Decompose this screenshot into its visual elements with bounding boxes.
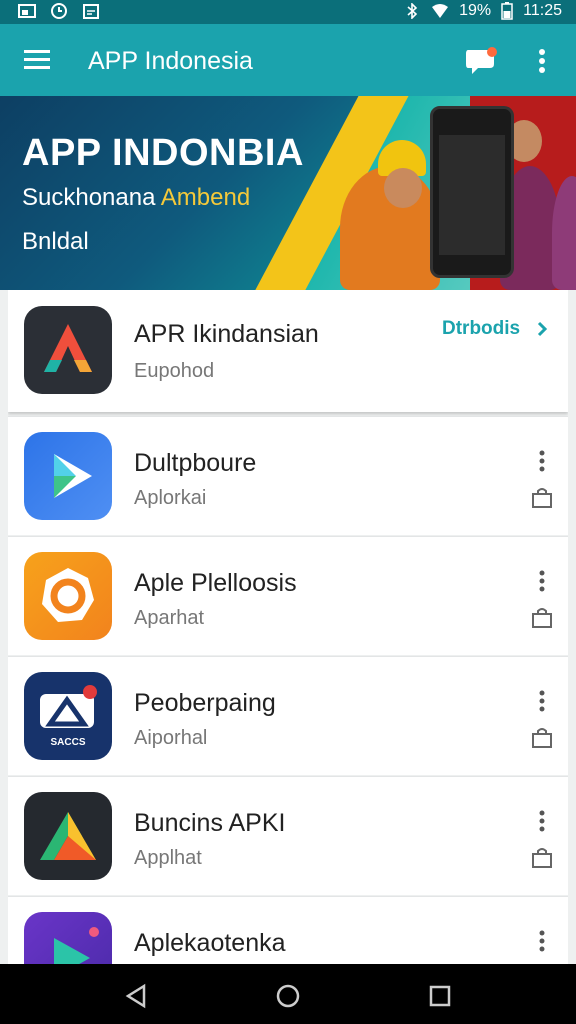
more-vert-icon[interactable] <box>534 809 550 833</box>
list-item[interactable]: Buncins APKI Applhat <box>8 776 568 895</box>
calendar-icon <box>83 4 99 19</box>
more-vert-icon[interactable] <box>534 689 550 713</box>
chat-bubble-icon[interactable] <box>464 46 498 76</box>
drive-logo-icon <box>40 812 96 860</box>
gear-ring-icon <box>42 568 94 622</box>
list-item[interactable]: Aplekaotenka <box>8 896 568 964</box>
banner-subline-highlight: Ambend <box>160 184 251 211</box>
warning-sign-icon: SACCS <box>40 685 97 748</box>
more-vert-icon[interactable] <box>534 929 550 953</box>
play-triangle-icon <box>54 927 99 964</box>
back-icon[interactable] <box>122 982 150 1010</box>
phone-screen <box>439 135 505 255</box>
app-name: Peoberpaing <box>134 689 276 717</box>
app-name: Buncins APKI <box>134 809 286 837</box>
more-vert-icon[interactable] <box>534 449 550 473</box>
featured-app-subtitle: Eupohod <box>134 360 215 382</box>
more-vert-icon[interactable] <box>530 46 554 76</box>
more-vert-icon[interactable] <box>534 569 550 593</box>
list-item[interactable]: SACCS Peoberpaing Aiporhal <box>8 656 568 775</box>
status-bar: 19% 11:25 <box>0 0 576 24</box>
app-bar: APP Indonesia <box>0 24 576 96</box>
battery-percent: 19% <box>459 2 492 19</box>
worker-face <box>384 168 422 208</box>
banner-subline-text: Suckhonana <box>22 184 161 211</box>
recents-icon[interactable] <box>426 982 454 1010</box>
download-link[interactable]: Dtrbodis <box>442 318 520 340</box>
menu-icon[interactable] <box>24 48 52 70</box>
gallery-icon <box>18 4 36 18</box>
play-arrow-icon <box>24 432 112 520</box>
wifi-icon <box>432 4 449 18</box>
shopping-bag-icon[interactable] <box>531 487 553 509</box>
clock-time: 11:25 <box>523 2 562 19</box>
shopping-bag-icon[interactable] <box>531 727 553 749</box>
list-item[interactable]: Aple Plelloosis Aparhat <box>8 536 568 655</box>
play-triangle-icon <box>54 454 92 498</box>
sign-caption: SACCS <box>50 737 85 748</box>
home-icon[interactable] <box>274 982 302 1010</box>
app-subtitle: Aplorkai <box>134 487 207 509</box>
app-name: Aple Plelloosis <box>134 569 297 597</box>
banner-subline-2: Bnldal <box>22 228 89 255</box>
drive-triangle-icon <box>24 792 112 880</box>
banner-subline: Suckhonana Ambend <box>22 184 250 212</box>
featured-app-name: APR Ikindansian <box>134 320 319 348</box>
app-subtitle: Applhat <box>134 847 202 869</box>
list-item[interactable]: Dultpboure Aplorkai <box>8 416 568 535</box>
triangle-sign-icon: SACCS <box>24 672 112 760</box>
app-list: APR Ikindansian Eupohod Dtrbodis Dultpbo… <box>8 290 568 964</box>
system-nav-bar <box>0 964 576 1024</box>
promo-banner[interactable]: APP INDONBIA Suckhonana Ambend Bnldal <box>0 96 576 290</box>
app-subtitle: Aparhat <box>134 607 205 629</box>
purple-play-icon <box>24 912 112 964</box>
clock-icon <box>51 3 67 19</box>
red-a-logo-icon <box>44 324 92 372</box>
shopping-bag-icon[interactable] <box>531 607 553 629</box>
app-title: APP Indonesia <box>88 47 253 75</box>
featured-app-card[interactable]: APR Ikindansian Eupohod Dtrbodis <box>8 290 568 412</box>
phone-illustration <box>430 106 514 278</box>
banner-headline: APP INDONBIA <box>22 132 304 174</box>
app-subtitle: Aiporhal <box>134 727 208 749</box>
app-name: Dultpboure <box>134 449 257 477</box>
battery-icon <box>501 2 513 20</box>
shopping-bag-icon[interactable] <box>531 847 553 869</box>
featured-app-icon <box>24 306 112 394</box>
bluetooth-icon <box>407 3 418 19</box>
orange-gear-icon <box>24 552 112 640</box>
app-name: Aplekaotenka <box>134 929 286 957</box>
chevron-right-icon[interactable] <box>536 320 548 338</box>
